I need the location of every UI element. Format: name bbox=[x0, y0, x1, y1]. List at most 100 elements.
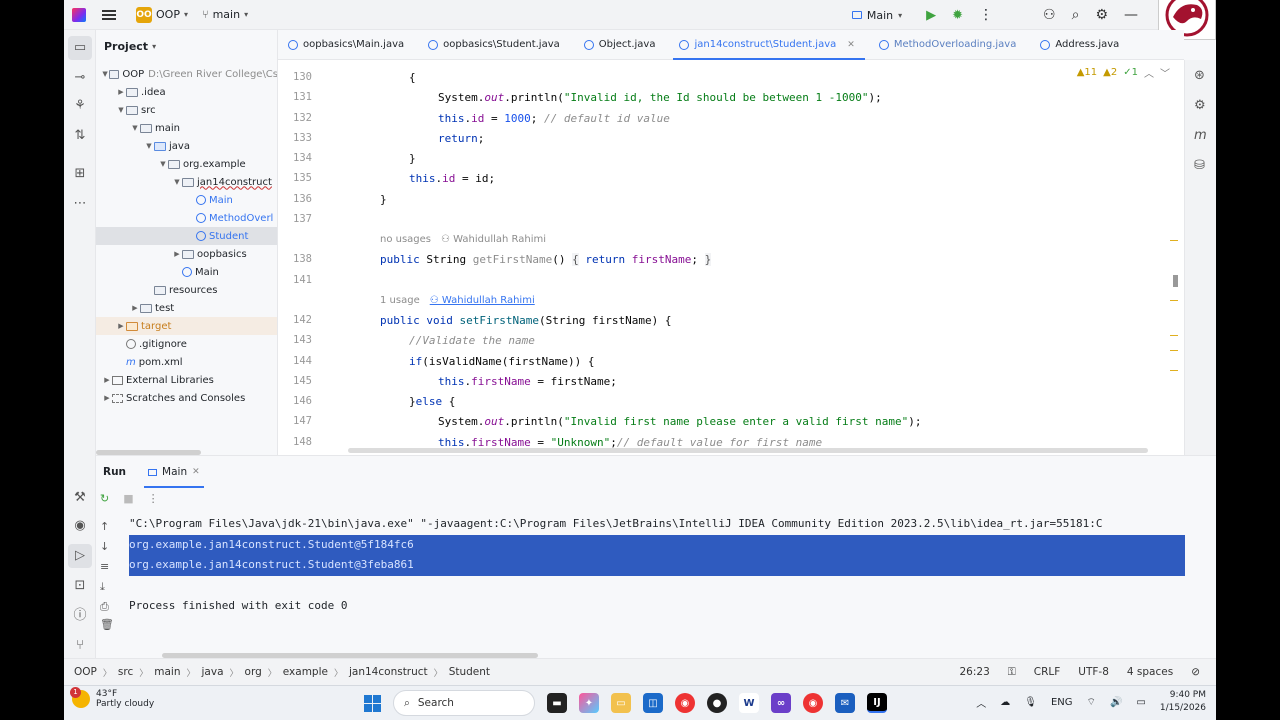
caret-position[interactable]: 26:23 bbox=[959, 666, 989, 678]
run-config-selector[interactable]: Main ▾ bbox=[851, 9, 902, 22]
volume-icon[interactable]: 🔊 bbox=[1110, 697, 1122, 708]
run-tool-icon[interactable]: ▷ bbox=[68, 544, 92, 568]
file-encoding[interactable]: UTF-8 bbox=[1078, 666, 1109, 678]
add-user-icon[interactable]: ⚇ bbox=[1043, 7, 1056, 23]
wifi-icon[interactable]: ⌔ bbox=[1087, 696, 1096, 709]
code-line[interactable]: this.id = 1000; // default id value bbox=[438, 112, 670, 125]
editor-tab[interactable]: jan14construct\Student.java ✕ bbox=[669, 30, 868, 60]
notifications-icon[interactable]: ⊛ bbox=[1194, 68, 1205, 83]
chevron-up-icon[interactable]: ︿ bbox=[976, 695, 986, 710]
maven-icon[interactable]: m bbox=[1194, 128, 1207, 143]
visual-studio-icon[interactable]: ∞ bbox=[771, 693, 791, 713]
chevron-right-icon[interactable]: ▶ bbox=[116, 88, 126, 96]
tree-node[interactable]: m pom.xml bbox=[96, 353, 277, 371]
main-menu-icon[interactable] bbox=[102, 9, 116, 20]
code-line[interactable]: this.firstName = firstName; bbox=[438, 375, 617, 388]
editor-tab[interactable]: oopbasics\Student.java bbox=[418, 30, 574, 60]
tree-node[interactable]: ▼ main bbox=[96, 119, 277, 137]
tree-node[interactable]: Main bbox=[96, 191, 277, 209]
scroll-to-end-icon[interactable]: ⤓ bbox=[100, 580, 105, 594]
weather-widget[interactable]: 1 43°F Partly cloudy bbox=[70, 687, 154, 709]
terminal-icon[interactable]: ⊡ bbox=[72, 578, 88, 594]
code-line[interactable]: System.out.println("Invalid id, the Id s… bbox=[438, 91, 882, 104]
code-line[interactable]: public String getFirstName() { return fi… bbox=[380, 253, 712, 266]
tree-node[interactable]: MethodOverl bbox=[96, 209, 277, 227]
breadcrumb-item[interactable]: OOP bbox=[74, 666, 97, 678]
code-line[interactable]: if(isValidName(firstName)) { bbox=[409, 355, 594, 368]
author-hint[interactable]: ⚇ Wahidullah Rahimi bbox=[441, 234, 546, 245]
outlook-icon[interactable]: ✉ bbox=[835, 693, 855, 713]
tree-node[interactable]: ▼ jan14construct bbox=[96, 173, 277, 191]
tree-node[interactable]: ▼ src bbox=[96, 101, 277, 119]
console-output[interactable]: "C:\Program Files\Java\jdk-21\bin\java.e… bbox=[129, 514, 1185, 617]
taskbar-search[interactable]: ⌕ Search bbox=[393, 690, 535, 716]
plugins-icon[interactable]: ⚘ bbox=[72, 98, 88, 114]
author-hint[interactable]: ⚇ Wahidullah Rahimi bbox=[430, 295, 535, 306]
tree-node[interactable]: ▼ org.example bbox=[96, 155, 277, 173]
code-line[interactable]: } bbox=[380, 193, 387, 206]
more-actions-icon[interactable]: ⋮ bbox=[148, 492, 159, 505]
editor-tab[interactable]: Object.java bbox=[574, 30, 670, 60]
inspection-widget[interactable]: ▲11 ▲2 ✓1 ︿ ﹀ bbox=[1077, 65, 1170, 80]
run-tab-main[interactable]: Main ✕ bbox=[144, 456, 204, 488]
version-control-icon[interactable]: ⑂ bbox=[72, 638, 88, 654]
usages-hint[interactable]: 1 usage bbox=[380, 295, 420, 306]
more-actions-icon[interactable]: ⋮ bbox=[979, 7, 993, 23]
code-vision-hint[interactable]: 1 usage ⚇ Wahidullah Rahimi bbox=[380, 295, 535, 306]
code-line[interactable]: return; bbox=[438, 132, 484, 145]
pull-requests-icon[interactable]: ⇅ bbox=[72, 128, 88, 144]
soft-wrap-icon[interactable]: ≡ bbox=[100, 560, 109, 573]
indent-setting[interactable]: 4 spaces bbox=[1127, 666, 1173, 678]
tree-node[interactable]: ▼ java bbox=[96, 137, 277, 155]
search-icon[interactable]: ⌕ bbox=[1072, 7, 1080, 23]
console-line[interactable]: Process finished with exit code 0 bbox=[129, 596, 1185, 617]
branch-switcher[interactable]: ⑂ main ▾ bbox=[202, 8, 248, 21]
build-icon[interactable]: ⚒ bbox=[72, 490, 88, 506]
clear-all-icon[interactable]: 🗑 bbox=[100, 618, 114, 631]
chevron-right-icon[interactable]: ▶ bbox=[172, 250, 182, 258]
stop-icon[interactable]: ■ bbox=[123, 492, 133, 505]
code-line[interactable]: { bbox=[409, 71, 416, 84]
chevron-right-icon[interactable]: ▶ bbox=[130, 304, 140, 312]
settings-gear-icon[interactable]: ⚙ bbox=[1095, 7, 1108, 23]
tree-node[interactable]: Main bbox=[96, 263, 277, 281]
code-line[interactable]: } bbox=[409, 152, 416, 165]
structure-icon[interactable]: ⊞ bbox=[72, 166, 88, 182]
minimize-icon[interactable]: — bbox=[1124, 7, 1138, 23]
tree-node[interactable]: ▶ test bbox=[96, 299, 277, 317]
breadcrumb-item[interactable]: org bbox=[245, 666, 262, 678]
code-line[interactable]: this.id = id; bbox=[409, 172, 495, 185]
line-ending[interactable]: CRLF bbox=[1034, 666, 1061, 678]
clock[interactable]: 9:40 PM 1/15/2026 bbox=[1160, 689, 1206, 715]
file-explorer-icon[interactable]: ▭ bbox=[611, 693, 631, 713]
word-icon[interactable]: W bbox=[739, 693, 759, 713]
breadcrumb-item[interactable]: example bbox=[283, 666, 328, 678]
console-line[interactable]: org.example.jan14construct.Student@3feba… bbox=[129, 555, 1185, 576]
close-icon[interactable]: ✕ bbox=[847, 40, 855, 50]
editor-hscrollbar[interactable] bbox=[348, 448, 1148, 453]
tree-node[interactable]: ▶ .idea bbox=[96, 83, 277, 101]
scroll-down-icon[interactable]: ↓ bbox=[100, 540, 109, 553]
breadcrumb-item[interactable]: src bbox=[118, 666, 133, 678]
chevron-down-icon[interactable]: ▼ bbox=[130, 124, 140, 132]
database-icon[interactable]: ⛁ bbox=[1194, 158, 1205, 173]
editor-tab[interactable]: MethodOverloading.java bbox=[869, 30, 1031, 60]
chevron-down-icon[interactable]: ▼ bbox=[144, 142, 154, 150]
chrome-icon[interactable]: ◉ bbox=[675, 693, 695, 713]
chevron-right-icon[interactable]: ▶ bbox=[102, 376, 112, 384]
tree-node[interactable]: ▶ oopbasics bbox=[96, 245, 277, 263]
tree-node[interactable]: ▶ target bbox=[96, 317, 277, 335]
run-icon[interactable]: ▶ bbox=[926, 8, 936, 23]
breadcrumb-item[interactable]: jan14construct bbox=[349, 666, 428, 678]
breadcrumb-item[interactable]: Student bbox=[449, 666, 490, 678]
print-icon[interactable]: ⎙ bbox=[100, 600, 109, 614]
usages-hint[interactable]: no usages bbox=[380, 234, 431, 245]
editor-vscroll-thumb[interactable] bbox=[1173, 275, 1178, 287]
console-line[interactable] bbox=[129, 576, 1185, 597]
scroll-up-icon[interactable]: ↑ bbox=[100, 520, 109, 533]
editor-tab[interactable]: Address.java bbox=[1030, 30, 1133, 60]
code-line[interactable]: }else { bbox=[409, 395, 455, 408]
project-switcher[interactable]: OO OOP ▾ bbox=[126, 6, 188, 23]
close-icon[interactable]: ✕ bbox=[192, 467, 200, 477]
copilot-icon[interactable]: ✦ bbox=[579, 693, 599, 713]
